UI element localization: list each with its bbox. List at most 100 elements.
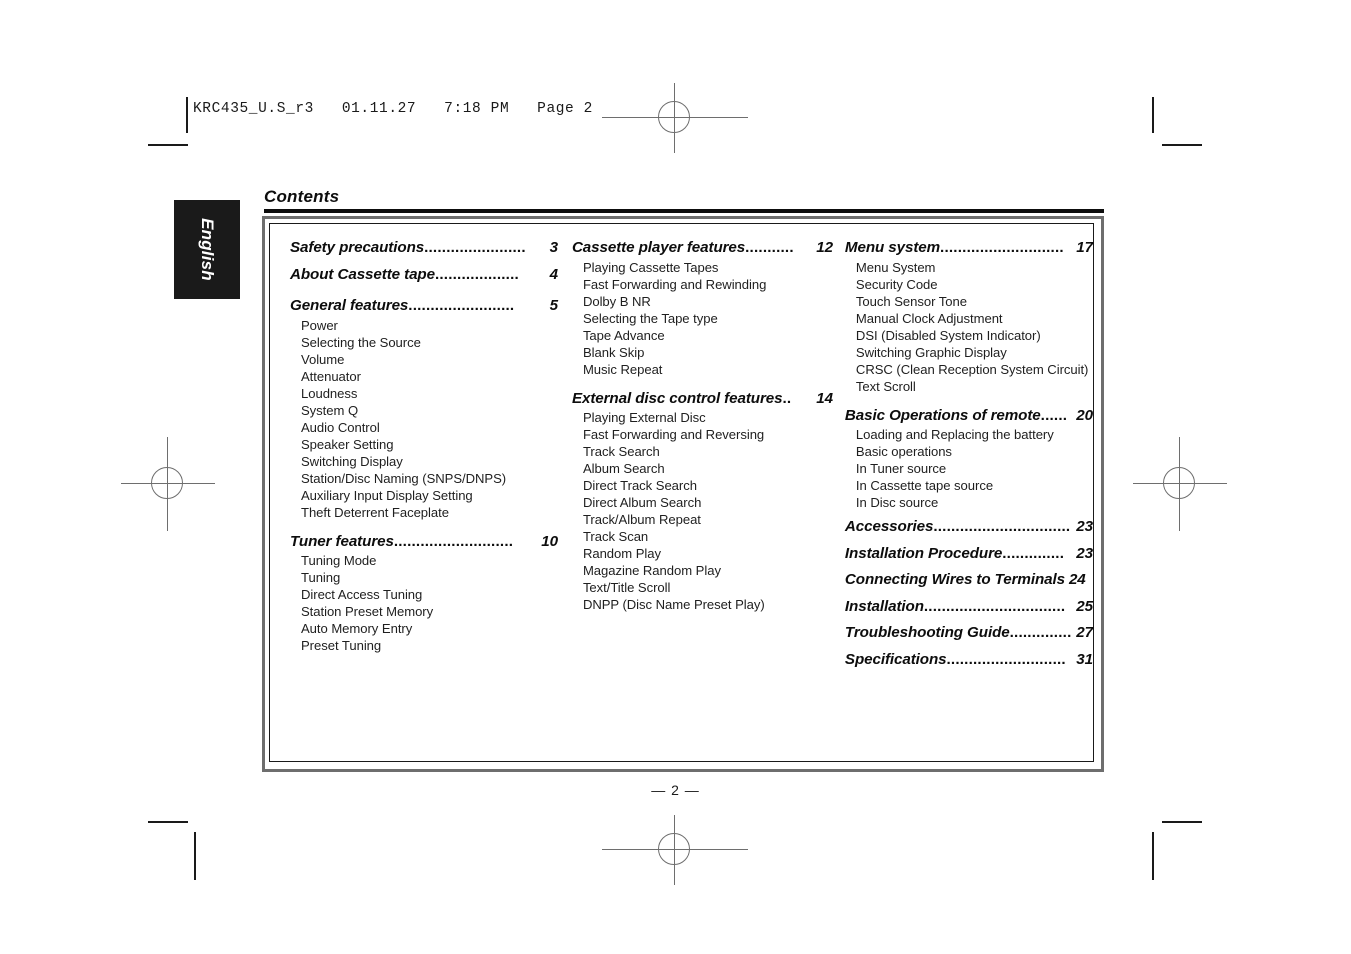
toc-block-spacer bbox=[290, 521, 558, 532]
toc-entry-major[interactable]: Basic Operations of remote...... 20 bbox=[845, 406, 1093, 427]
registration-mark-bottom bbox=[602, 795, 748, 905]
toc-entry-page-number: 27 bbox=[1076, 624, 1093, 641]
crop-mark-bottom-left-vertical bbox=[194, 832, 196, 880]
toc-entry-sub[interactable]: Power bbox=[290, 317, 558, 334]
toc-entry-sub[interactable]: Playing Cassette Tapes bbox=[572, 259, 833, 276]
toc-entry-sub[interactable]: Tape Advance bbox=[572, 327, 833, 344]
toc-entry-major[interactable]: Accessories.............................… bbox=[845, 517, 1093, 538]
toc-entry-title: External disc control features bbox=[571, 389, 783, 407]
crop-mark-top-left-horizontal bbox=[148, 144, 188, 146]
page-title-rule bbox=[264, 209, 1104, 213]
toc-entry-sub[interactable]: DSI (Disabled System Indicator) bbox=[845, 327, 1093, 344]
toc-entry-sub[interactable]: Magazine Random Play bbox=[572, 562, 833, 579]
toc-entry-dot-leader: .............. bbox=[1009, 624, 1072, 641]
toc-entry-sub[interactable]: System Q bbox=[290, 402, 558, 419]
toc-entry-page-number: 23 bbox=[1076, 544, 1093, 562]
toc-entry-sub[interactable]: Dolby B NR bbox=[572, 293, 833, 310]
toc-entry-sub[interactable]: Audio Control bbox=[290, 419, 558, 436]
crop-mark-top-right-horizontal bbox=[1162, 144, 1202, 146]
toc-entry-sub[interactable]: Menu System bbox=[845, 259, 1093, 276]
toc-entry-title: Safety precautions bbox=[290, 239, 425, 256]
toc-entry-sub[interactable]: DNPP (Disc Name Preset Play) bbox=[572, 596, 833, 613]
toc-entry-major[interactable]: About Cassette tape................... 4 bbox=[290, 265, 558, 286]
toc-entry-sub[interactable]: Playing External Disc bbox=[572, 409, 833, 426]
toc-entry-sub[interactable]: Attenuator bbox=[290, 368, 558, 385]
toc-entry-major[interactable]: External disc control features.. 14 bbox=[572, 389, 833, 410]
toc-entry-title: Accessories bbox=[844, 518, 934, 535]
toc-entry-sub[interactable]: Selecting the Source bbox=[290, 334, 558, 351]
toc-entry-sub[interactable]: Blank Skip bbox=[572, 344, 833, 361]
toc-entry-sub[interactable]: Random Play bbox=[572, 545, 833, 562]
toc-entry-sub[interactable]: In Disc source bbox=[845, 494, 1093, 511]
toc-entry-sub[interactable]: Station Preset Memory bbox=[290, 603, 558, 620]
language-tab-label: English bbox=[198, 218, 217, 281]
toc-entry-title: Menu system bbox=[844, 239, 941, 256]
toc-entry-sub[interactable]: Selecting the Tape type bbox=[572, 310, 833, 327]
toc-entry-dot-leader: ....................... bbox=[424, 239, 526, 256]
toc-entry-sub[interactable]: Theft Deterrent Faceplate bbox=[290, 504, 558, 521]
toc-entry-sub[interactable]: Direct Access Tuning bbox=[290, 586, 558, 603]
header-divider-rule bbox=[186, 97, 188, 133]
toc-entry-sub[interactable]: Loudness bbox=[290, 385, 558, 402]
table-of-contents-inner-border: Safety precautions......................… bbox=[269, 223, 1094, 762]
toc-entry-sub[interactable]: In Tuner source bbox=[845, 460, 1093, 477]
prepress-header-text: KRC435_U.S_r3 01.11.27 7:18 PM Page 2 bbox=[193, 101, 593, 117]
toc-entry-major[interactable]: Troubleshooting Guide.............. 27 bbox=[845, 623, 1093, 644]
toc-entry-sub[interactable]: Basic operations bbox=[845, 443, 1093, 460]
toc-entry-major[interactable]: Specifications..........................… bbox=[845, 650, 1093, 671]
toc-entry-sub[interactable]: Direct Album Search bbox=[572, 494, 833, 511]
toc-entry-title: Specifications bbox=[844, 650, 947, 668]
toc-entry-sub[interactable]: Switching Graphic Display bbox=[845, 344, 1093, 361]
toc-entry-sub[interactable]: Tuning bbox=[290, 569, 558, 586]
toc-entry-page-number: 25 bbox=[1076, 597, 1093, 615]
toc-entry-sub[interactable]: Auxiliary Input Display Setting bbox=[290, 487, 558, 504]
registration-mark-circle bbox=[1163, 467, 1195, 499]
toc-entry-sub[interactable]: Security Code bbox=[845, 276, 1093, 293]
toc-entry-dot-leader: ............................... bbox=[933, 518, 1071, 535]
toc-entry-sub[interactable]: Music Repeat bbox=[572, 361, 833, 378]
toc-entry-page-number: 3 bbox=[549, 239, 558, 256]
toc-entry-major[interactable]: Installation Procedure.............. 23 bbox=[845, 544, 1093, 565]
toc-entry-sub[interactable]: Speaker Setting bbox=[290, 436, 558, 453]
registration-mark-right bbox=[1125, 429, 1235, 539]
toc-entry-sub[interactable]: Track Search bbox=[572, 443, 833, 460]
toc-entry-dot-leader: ............................ bbox=[940, 239, 1064, 256]
toc-entry-sub[interactable]: Direct Track Search bbox=[572, 477, 833, 494]
toc-entry-sub[interactable]: Manual Clock Adjustment bbox=[845, 310, 1093, 327]
toc-entry-sub[interactable]: Volume bbox=[290, 351, 558, 368]
toc-entry-dot-leader: ........................... bbox=[946, 650, 1066, 668]
toc-entry-dot-leader: ................................ bbox=[923, 597, 1066, 615]
toc-entry-major[interactable]: Installation............................… bbox=[845, 597, 1093, 618]
toc-entry-sub[interactable]: Station/Disc Naming (SNPS/DNPS) bbox=[290, 470, 558, 487]
toc-entry-major[interactable]: Tuner features..........................… bbox=[290, 532, 558, 553]
toc-entry-page-number: 10 bbox=[541, 532, 558, 550]
toc-entry-dot-leader: .............. bbox=[1002, 544, 1065, 562]
toc-entry-sub[interactable]: In Cassette tape source bbox=[845, 477, 1093, 494]
toc-entry-sub[interactable]: Track Scan bbox=[572, 528, 833, 545]
toc-entry-sub[interactable]: Loading and Replacing the battery bbox=[845, 426, 1093, 443]
toc-entry-dot-leader: ........................ bbox=[408, 297, 515, 314]
toc-entry-sub[interactable]: Auto Memory Entry bbox=[290, 620, 558, 637]
toc-entry-sub[interactable]: Tuning Mode bbox=[290, 552, 558, 569]
toc-entry-sub[interactable]: Album Search bbox=[572, 460, 833, 477]
toc-entry-major[interactable]: Menu system............................ 1… bbox=[845, 238, 1093, 259]
toc-entry-sub[interactable]: Preset Tuning bbox=[290, 637, 558, 654]
toc-entry-major[interactable]: Safety precautions......................… bbox=[290, 238, 558, 259]
toc-entry-sub[interactable]: Text Scroll bbox=[845, 378, 1093, 395]
toc-entry-sub[interactable]: Switching Display bbox=[290, 453, 558, 470]
table-of-contents-columns: Safety precautions......................… bbox=[270, 224, 1093, 761]
toc-entry-major[interactable]: General features........................… bbox=[290, 296, 558, 317]
toc-entry-sub[interactable]: Track/Album Repeat bbox=[572, 511, 833, 528]
toc-entry-sub[interactable]: CRSC (Clean Reception System Circuit) bbox=[845, 361, 1093, 378]
toc-block-spacer bbox=[845, 395, 1093, 406]
toc-entry-sub[interactable]: Touch Sensor Tone bbox=[845, 293, 1093, 310]
toc-entry-major[interactable]: Cassette player features........... 12 bbox=[572, 238, 833, 259]
registration-mark-top bbox=[602, 63, 748, 173]
toc-entry-major[interactable]: Connecting Wires to Terminals 24 bbox=[845, 570, 1093, 591]
toc-entry-title: About Cassette tape bbox=[290, 265, 435, 283]
toc-entry-sub[interactable]: Fast Forwarding and Reversing bbox=[572, 426, 833, 443]
toc-entry-title: Installation bbox=[844, 597, 924, 615]
registration-mark-circle bbox=[658, 833, 690, 865]
toc-entry-sub[interactable]: Text/Title Scroll bbox=[572, 579, 833, 596]
toc-entry-sub[interactable]: Fast Forwarding and Rewinding bbox=[572, 276, 833, 293]
